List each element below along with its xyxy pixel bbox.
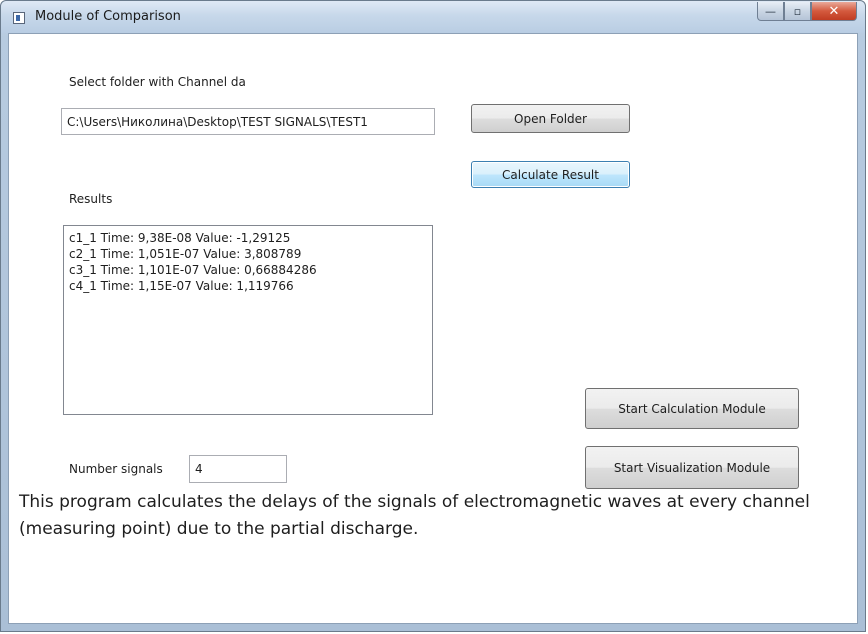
app-icon (13, 12, 25, 24)
result-line: c3_1 Time: 1,101E-07 Value: 0,66884286 (69, 263, 317, 277)
calculate-result-button-label: Calculate Result (502, 167, 599, 182)
caption-buttons: — ▫ ✕ (757, 2, 857, 22)
folder-path-input[interactable] (61, 108, 435, 135)
number-signals-label: Number signals (69, 462, 163, 476)
result-line: c1_1 Time: 9,38E-08 Value: -1,29125 (69, 231, 291, 245)
close-button[interactable]: ✕ (811, 2, 857, 21)
number-signals-input[interactable] (189, 455, 287, 483)
result-line: c2_1 Time: 1,051E-07 Value: 3,808789 (69, 247, 302, 261)
start-calculation-module-label: Start Calculation Module (618, 401, 766, 416)
minimize-button[interactable]: — (757, 2, 784, 21)
title-bar[interactable]: Module of Comparison — ▫ ✕ (1, 1, 865, 33)
start-visualization-module-button[interactable]: Start Visualization Module (585, 446, 799, 489)
result-line: c4_1 Time: 1,15E-07 Value: 1,119766 (69, 279, 294, 293)
calculate-result-button[interactable]: Calculate Result (471, 161, 630, 188)
program-description: This program calculates the delays of th… (19, 492, 810, 539)
start-visualization-module-label: Start Visualization Module (613, 460, 771, 475)
results-label: Results (69, 192, 113, 206)
open-folder-button[interactable]: Open Folder (471, 104, 630, 133)
start-calculation-module-button[interactable]: Start Calculation Module (585, 388, 799, 429)
window-title: Module of Comparison (35, 9, 181, 24)
main-window: Module of Comparison — ▫ ✕ Select folder… (0, 0, 866, 632)
close-icon: ✕ (828, 3, 840, 19)
maximize-button[interactable]: ▫ (784, 2, 811, 21)
open-folder-button-label: Open Folder (514, 111, 587, 126)
minimize-icon: — (765, 4, 776, 18)
maximize-icon: ▫ (793, 4, 802, 18)
client-area: Select folder with Channel da Open Folde… (8, 33, 858, 624)
folder-label: Select folder with Channel da (69, 75, 246, 89)
results-list[interactable]: c1_1 Time: 9,38E-08 Value: -1,29125 c2_1… (63, 225, 433, 415)
